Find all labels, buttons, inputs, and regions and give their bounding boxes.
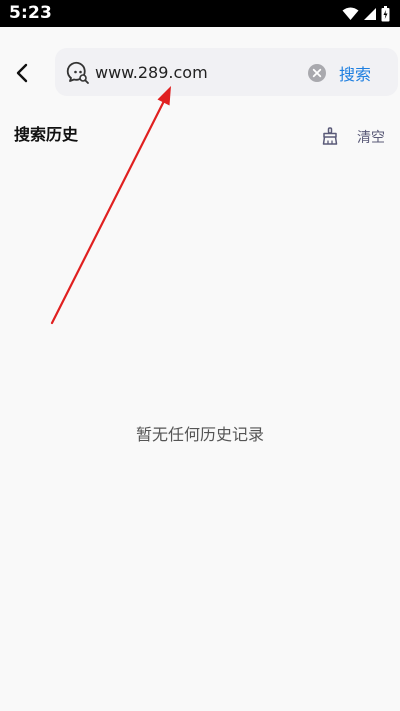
clear-icon[interactable] (308, 64, 326, 82)
status-bar: 5:23 (0, 0, 400, 27)
battery-icon (381, 6, 390, 22)
signal-icon (364, 8, 376, 20)
wifi-icon (342, 7, 359, 20)
chevron-left-icon (16, 63, 28, 83)
search-input[interactable] (95, 58, 295, 86)
broom-icon[interactable] (322, 127, 338, 145)
status-icons (342, 5, 390, 23)
empty-state-text: 暂无任何历史记录 (135, 425, 264, 444)
history-title: 搜索历史 (14, 125, 79, 144)
status-time: 5:23 (9, 3, 53, 23)
clear-history-button[interactable]: 清空 (357, 127, 385, 147)
search-icon (66, 61, 89, 84)
annotation-arrow (50, 86, 171, 325)
search-button[interactable]: 搜索 (339, 61, 371, 85)
back-button[interactable] (10, 60, 34, 86)
search-box[interactable]: 搜索 (55, 48, 398, 96)
